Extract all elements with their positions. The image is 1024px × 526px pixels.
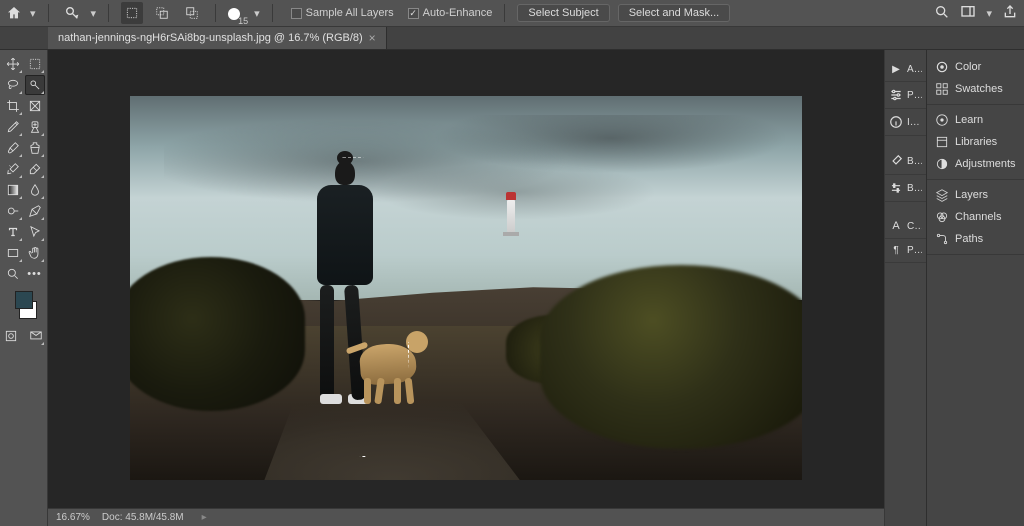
brush-settings-panel-tab[interactable]: Br... [885,175,926,202]
libraries-panel-tab[interactable]: Libraries [927,131,1024,153]
swatches-panel-tab[interactable]: Swatches [927,78,1024,100]
lighthouse-shape [506,192,516,234]
canvas[interactable] [48,50,884,526]
lasso-tool-icon[interactable] [3,75,23,95]
paths-icon [935,232,949,246]
info-icon [889,115,903,129]
document-tab[interactable]: nathan-jennings-ngH6rSAi8bg-unsplash.jpg… [48,27,387,49]
select-and-mask-button[interactable]: Select and Mask... [618,4,731,22]
learn-icon [935,113,949,127]
info-panel-tab[interactable]: Info [885,109,926,136]
eyedropper-tool-icon[interactable] [3,117,23,137]
quick-select-tool-icon[interactable] [61,2,83,24]
separator [215,4,216,22]
clone-stamp-tool-icon[interactable] [25,138,45,158]
chevron-right-icon[interactable]: ▸ [202,512,207,523]
character-panel-tab[interactable]: A Ch... [885,214,926,239]
brush-icon [889,154,903,168]
brushes-panel-tab[interactable]: Br... [885,148,926,175]
type-tool-icon[interactable] [3,222,23,242]
frame-tool-icon[interactable] [25,96,45,116]
swatches-icon [935,82,949,96]
layers-icon [935,188,949,202]
collapsed-panels-strip: ▶ Ac... Pr... Info Br... Br... A Ch... ¶… [884,50,926,526]
adjustments-icon [935,157,949,171]
actions-panel-tab[interactable]: ▶ Ac... [885,58,926,82]
channels-panel-tab[interactable]: Channels [927,206,1024,228]
dog-shape [352,319,430,404]
paragraph-panel-tab[interactable]: ¶ Pa... [885,239,926,263]
healing-brush-tool-icon[interactable] [25,117,45,137]
toolbox: ••• [0,50,48,526]
brush-dropdown-icon[interactable]: ▾ [254,7,260,20]
zoom-tool-icon[interactable] [3,264,23,284]
separator [48,4,49,22]
char-icon: A [889,220,903,232]
foreground-color-swatch[interactable] [15,291,33,309]
screen-mode-icon[interactable] [27,326,46,346]
checkbox-label: Auto-Enhance [423,7,493,19]
auto-enhance-checkbox[interactable]: Auto-Enhance [408,7,493,19]
para-icon: ¶ [889,245,903,256]
hand-tool-icon[interactable] [25,243,45,263]
path-selection-tool-icon[interactable] [25,222,45,242]
properties-panel-tab[interactable]: Pr... [885,82,926,109]
select-subject-button[interactable]: Select Subject [517,4,609,22]
rectangle-tool-icon[interactable] [3,243,23,263]
tab-title: nathan-jennings-ngH6rSAi8bg-unsplash.jpg… [58,32,363,44]
learn-panel-tab[interactable]: Learn [927,109,1024,131]
sample-all-layers-checkbox[interactable]: Sample All Layers [291,7,394,19]
subtract-from-selection-icon[interactable] [181,2,203,24]
status-bar: 16.67% Doc: 45.8M/45.8M ▸ [48,508,884,526]
zoom-percentage[interactable]: 16.67% [56,512,90,523]
brush-tool-icon[interactable] [3,138,23,158]
photo-content [130,96,802,480]
libraries-icon [935,135,949,149]
blur-tool-icon[interactable] [25,180,45,200]
sliders-icon [889,88,903,102]
checkbox-icon [408,8,419,19]
adjustments-panel-tab[interactable]: Adjustments [927,153,1024,175]
new-selection-icon[interactable] [121,2,143,24]
color-panel-tab[interactable]: Color [927,56,1024,78]
color-wheel-icon [935,60,949,74]
separator [272,4,273,22]
quick-selection-tool-icon[interactable] [25,75,45,95]
checkbox-label: Sample All Layers [306,7,394,19]
panels-dock: Color Swatches Learn Libraries Adjustmen… [926,50,1024,526]
color-swatches[interactable] [2,291,45,319]
move-tool-icon[interactable] [3,54,23,74]
separator [108,4,109,22]
home-icon[interactable] [6,5,22,21]
tool-preset-dropdown-icon[interactable]: ▾ [91,7,97,20]
home-dropdown-icon[interactable]: ▾ [30,7,36,20]
options-bar: ▾ ▾ 15 ▾ Sample All Layers Auto-Enhance … [0,0,1024,27]
marquee-tool-icon[interactable] [25,54,45,74]
dodge-tool-icon[interactable] [3,201,23,221]
doc-size[interactable]: Doc: 45.8M/45.8M [102,512,184,523]
main-area: ••• [0,50,1024,526]
channels-icon [935,210,949,224]
quick-mask-icon[interactable] [2,326,21,346]
paths-panel-tab[interactable]: Paths [927,228,1024,250]
history-brush-tool-icon[interactable] [3,159,23,179]
layers-panel-tab[interactable]: Layers [927,184,1024,206]
edit-toolbar-icon[interactable]: ••• [25,264,45,284]
brush-size-label: 15 [238,16,248,26]
add-to-selection-icon[interactable] [151,2,173,24]
adjust-icon [889,181,903,195]
checkbox-icon [291,8,302,19]
workspace-icon[interactable] [960,4,976,23]
play-icon: ▶ [889,64,903,75]
eraser-tool-icon[interactable] [25,159,45,179]
share-icon[interactable] [1002,4,1018,23]
pen-tool-icon[interactable] [25,201,45,221]
workspace-dropdown-icon[interactable]: ▾ [986,7,992,20]
crop-tool-icon[interactable] [3,96,23,116]
close-icon[interactable]: × [369,31,376,45]
search-icon[interactable] [934,4,950,23]
gradient-tool-icon[interactable] [3,180,23,200]
document-tabs: nathan-jennings-ngH6rSAi8bg-unsplash.jpg… [0,27,1024,50]
separator [504,4,505,22]
